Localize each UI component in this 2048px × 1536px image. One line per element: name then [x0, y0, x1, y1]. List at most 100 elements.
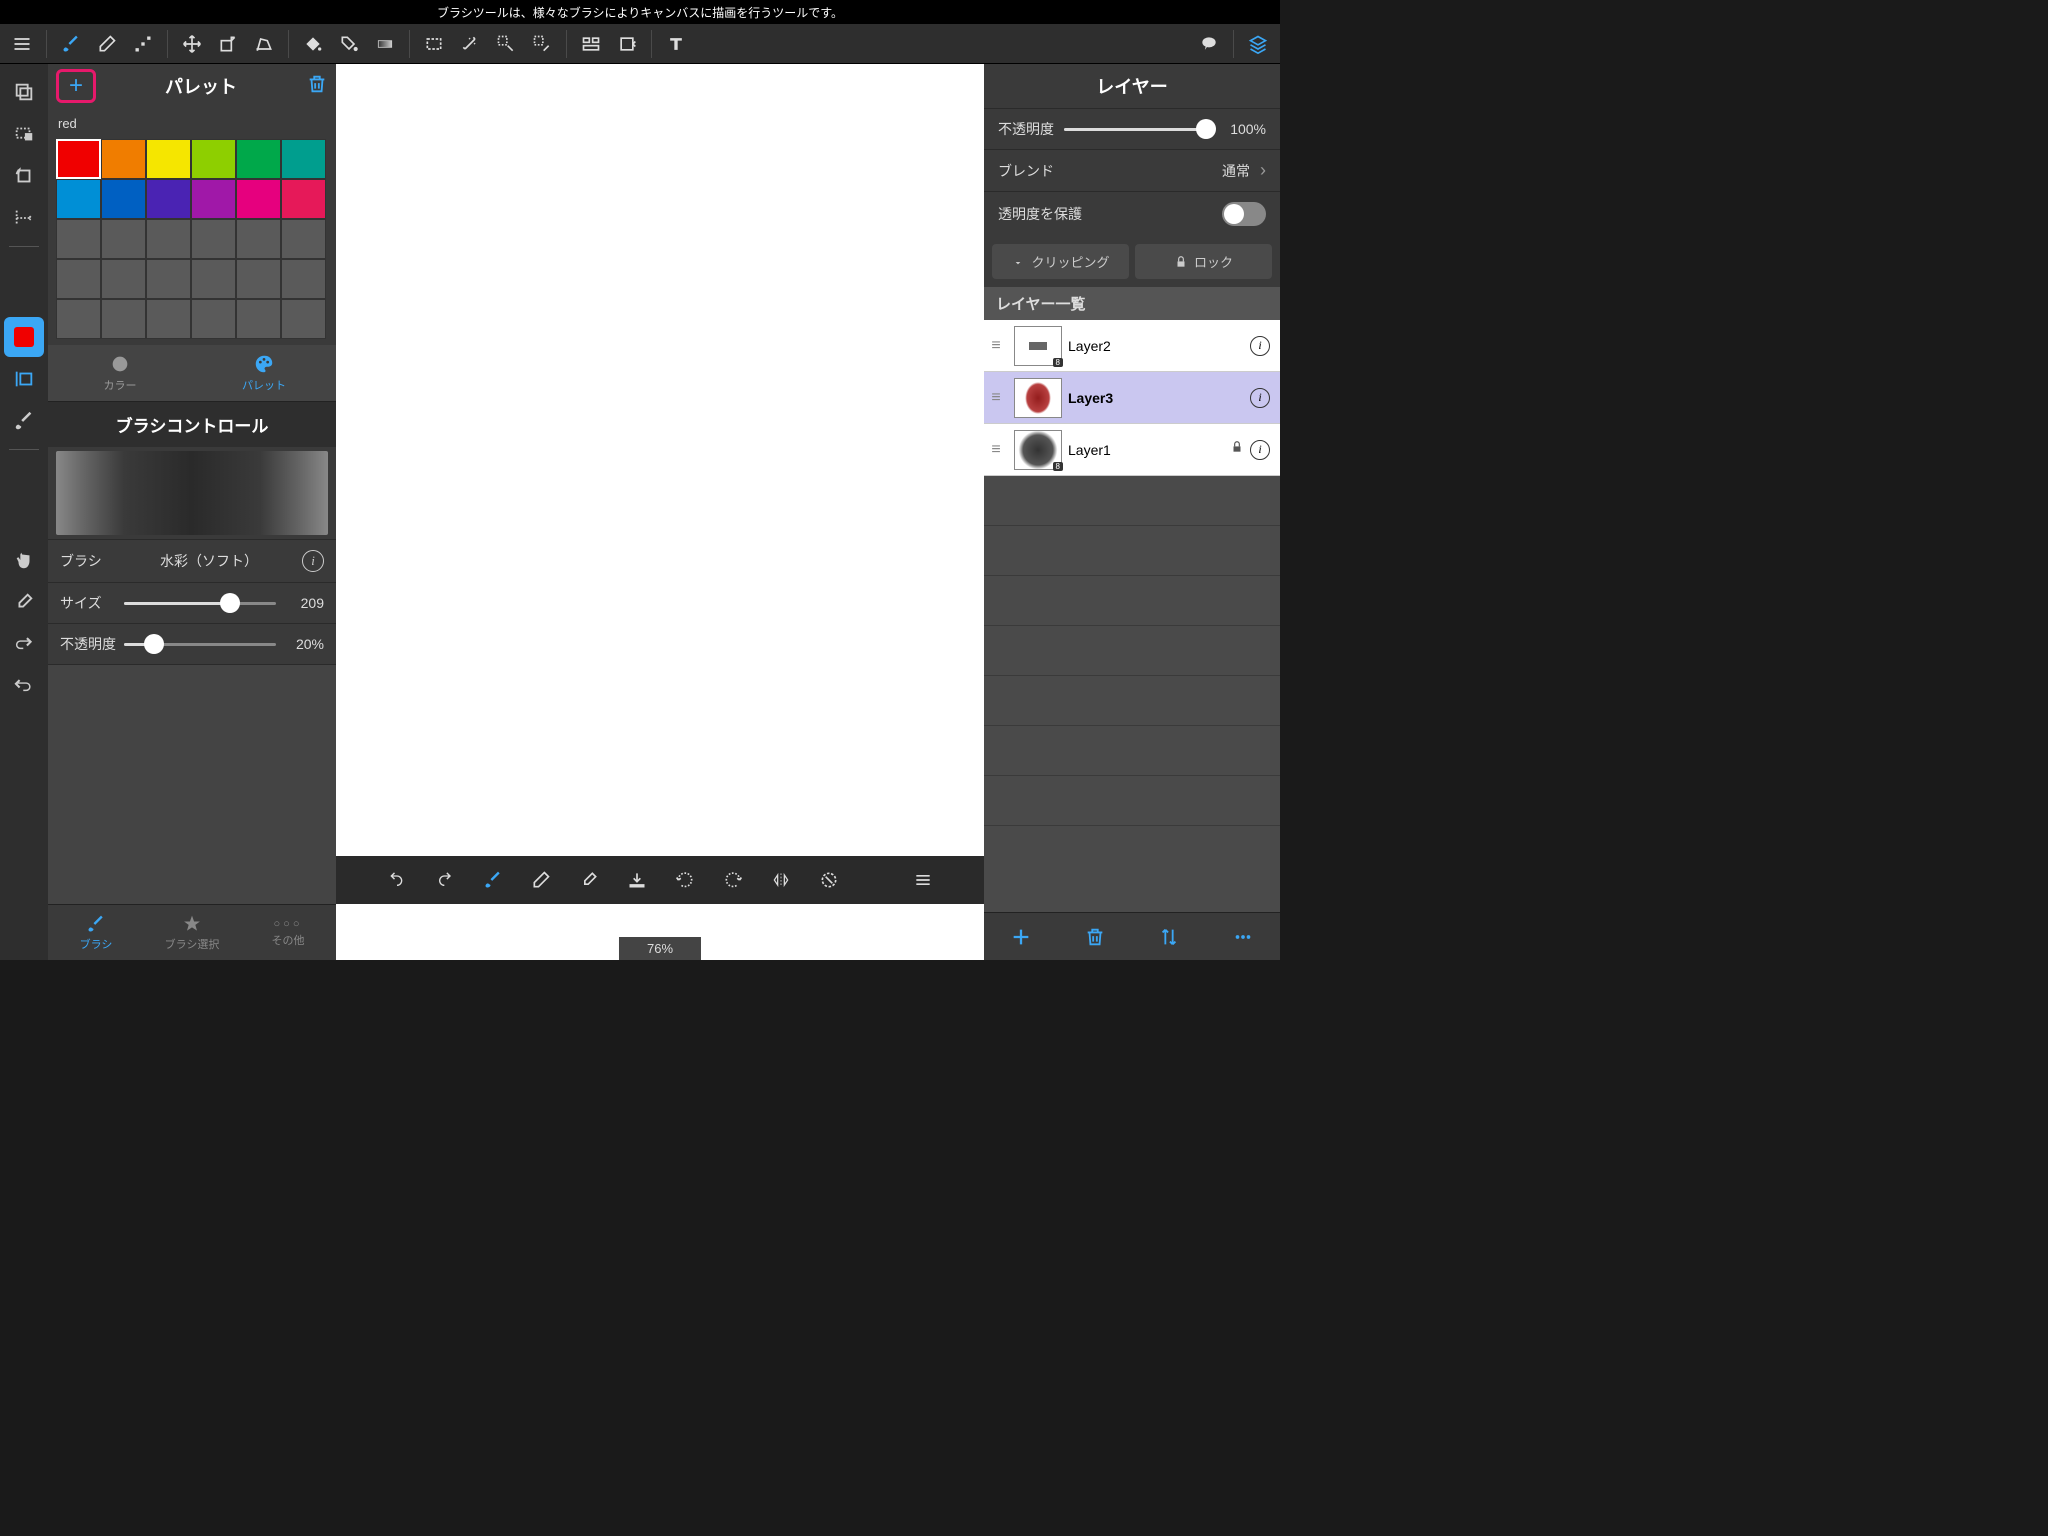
eyedropper-icon[interactable] — [4, 582, 44, 622]
color-swatch-icon[interactable] — [4, 317, 44, 357]
drag-handle-icon[interactable]: ≡ — [984, 372, 1008, 423]
text-tool-icon[interactable] — [658, 26, 694, 62]
undo-rail-icon[interactable] — [4, 666, 44, 706]
opacity-slider[interactable] — [124, 634, 276, 654]
redo-icon[interactable] — [429, 864, 461, 896]
wand-icon[interactable] — [452, 26, 488, 62]
rotate-icon[interactable] — [4, 156, 44, 196]
color-swatch[interactable] — [191, 139, 236, 179]
add-swatch-button[interactable]: + — [56, 69, 96, 103]
copy-icon[interactable] — [4, 72, 44, 112]
chevron-right-icon: › — [1260, 160, 1266, 181]
delete-swatch-icon[interactable] — [306, 73, 328, 100]
color-swatch[interactable] — [56, 179, 101, 219]
blend-mode-row[interactable]: ブレンド 通常 › — [984, 149, 1280, 191]
color-swatch[interactable] — [101, 179, 146, 219]
rotate-right-icon[interactable] — [717, 864, 749, 896]
tooltip-text: ブラシツールは、様々なブラシによりキャンバスに描画を行うツールです。 — [437, 4, 843, 21]
color-swatch[interactable] — [56, 139, 101, 179]
empty-layer-area — [984, 476, 1280, 912]
layer-item[interactable]: ≡ 8 Layer1 i — [984, 424, 1280, 476]
comment-icon[interactable] — [1191, 26, 1227, 62]
empty-swatch[interactable] — [56, 219, 101, 259]
transform-icon[interactable] — [210, 26, 246, 62]
drag-handle-icon[interactable]: ≡ — [984, 320, 1008, 371]
rotate-left-icon[interactable] — [669, 864, 701, 896]
delete-layer-icon[interactable] — [1084, 926, 1106, 948]
brush-preview[interactable] — [56, 451, 328, 535]
size-slider[interactable] — [124, 593, 276, 613]
layer-info-icon[interactable]: i — [1250, 440, 1270, 460]
bg-color-icon[interactable] — [4, 359, 44, 399]
protect-alpha-toggle[interactable] — [1222, 202, 1266, 226]
redo-rail-icon[interactable] — [4, 624, 44, 664]
tab-other[interactable]: ○○○その他 — [240, 905, 336, 960]
layer-list-header: レイヤー一覧 — [984, 287, 1280, 320]
mesh-transform-icon[interactable] — [246, 26, 282, 62]
tab-brush[interactable]: ブラシ — [48, 905, 144, 960]
fill-icon[interactable] — [331, 26, 367, 62]
reset-view-icon[interactable] — [813, 864, 845, 896]
color-swatch[interactable] — [281, 179, 326, 219]
tab-brush-select[interactable]: ブラシ選択 — [144, 905, 240, 960]
color-swatch[interactable] — [101, 139, 146, 179]
layer-panel-title: レイヤー — [984, 64, 1280, 108]
selection-icon[interactable] — [416, 26, 452, 62]
brush-type-row[interactable]: ブラシ 水彩（ソフト） i — [48, 539, 336, 582]
add-layer-icon[interactable] — [1010, 926, 1032, 948]
select-area-icon[interactable] — [4, 114, 44, 154]
hand-icon[interactable] — [4, 540, 44, 580]
canvas-menu-icon[interactable] — [907, 864, 939, 896]
layers-icon[interactable] — [1240, 26, 1276, 62]
reorder-layers-icon[interactable] — [1158, 926, 1180, 948]
color-swatch[interactable] — [236, 139, 281, 179]
menu-icon[interactable] — [4, 26, 40, 62]
layer-info-icon[interactable]: i — [1250, 336, 1270, 356]
layer-opacity-slider[interactable] — [1064, 119, 1206, 139]
brush-info-icon[interactable]: i — [302, 550, 324, 572]
layer-more-icon[interactable] — [1232, 926, 1254, 948]
drag-handle-icon[interactable]: ≡ — [984, 424, 1008, 475]
brush-tool-icon[interactable] — [53, 26, 89, 62]
color-swatch[interactable] — [191, 179, 236, 219]
layer-panel: レイヤー 不透明度 100% ブレンド 通常 › 透明度を保護 クリッピング ロ… — [984, 64, 1280, 960]
canvas-brush-icon[interactable] — [477, 864, 509, 896]
divide-icon[interactable] — [573, 26, 609, 62]
palette-title: パレット — [104, 73, 298, 99]
lock-icon — [1230, 440, 1244, 459]
save-icon[interactable] — [621, 864, 653, 896]
canvas-eraser-icon[interactable] — [525, 864, 557, 896]
swatch-grid — [48, 139, 336, 339]
tab-color[interactable]: カラー — [48, 345, 192, 401]
selection-brush-icon[interactable] — [488, 26, 524, 62]
layer-item[interactable]: ≡ Layer3 i — [984, 372, 1280, 424]
gradient-icon[interactable] — [367, 26, 403, 62]
top-toolbar — [0, 24, 1280, 64]
color-swatch[interactable] — [236, 179, 281, 219]
bucket-icon[interactable] — [295, 26, 331, 62]
color-swatch[interactable] — [146, 179, 191, 219]
canvas-area[interactable]: 76% — [336, 64, 984, 960]
lock-button[interactable]: ロック — [1135, 244, 1272, 279]
color-swatch[interactable] — [281, 139, 326, 179]
palette-panel: + パレット red カラー パレット ブラシコントロール ブラシ 水彩（ソフト… — [48, 64, 336, 960]
color-swatch[interactable] — [146, 139, 191, 179]
layer-item[interactable]: ≡ 8 Layer2 i — [984, 320, 1280, 372]
layer-info-icon[interactable]: i — [1250, 388, 1270, 408]
ruler-icon[interactable] — [4, 198, 44, 238]
layer-thumbnail — [1014, 378, 1062, 418]
eraser-tool-icon[interactable] — [89, 26, 125, 62]
dot-tool-icon[interactable] — [125, 26, 161, 62]
undo-icon[interactable] — [381, 864, 413, 896]
layer-thumbnail: 8 — [1014, 430, 1062, 470]
selection-eraser-icon[interactable] — [524, 26, 560, 62]
clipping-button[interactable]: クリッピング — [992, 244, 1129, 279]
flip-icon[interactable] — [765, 864, 797, 896]
brush-rail-icon[interactable] — [4, 401, 44, 441]
canvas-eyedropper-icon[interactable] — [573, 864, 605, 896]
zoom-indicator[interactable]: 76% — [619, 937, 701, 960]
move-tool-icon[interactable] — [174, 26, 210, 62]
left-rail — [0, 64, 48, 960]
tab-palette[interactable]: パレット — [192, 345, 336, 401]
crop-icon[interactable] — [609, 26, 645, 62]
